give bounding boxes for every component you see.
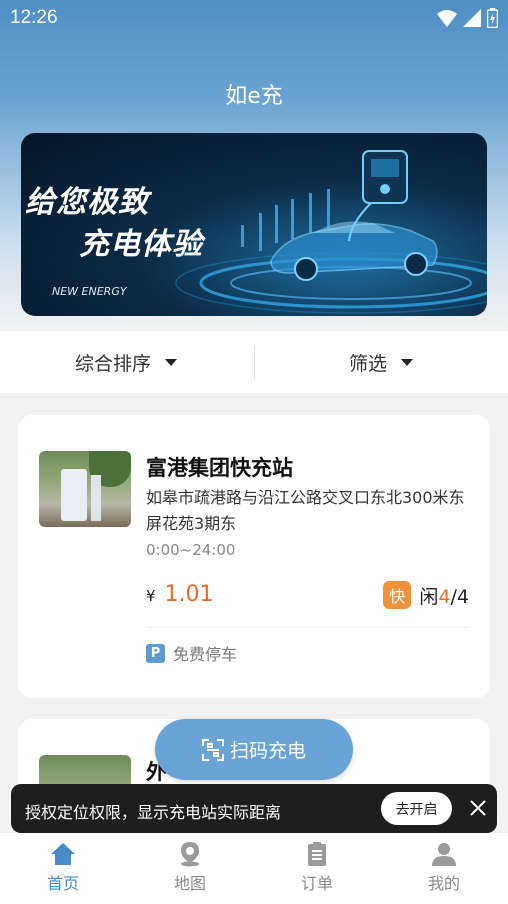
page-title: 如e充 bbox=[225, 84, 283, 109]
order-icon bbox=[308, 842, 326, 866]
station-hours: 0:00~24:00 bbox=[146, 541, 236, 559]
home-icon bbox=[51, 843, 75, 865]
scan-charge-button[interactable]: 扫码充电 bbox=[155, 719, 353, 780]
toast-message: 授权定位权限，显示充电站实际距离 bbox=[25, 803, 282, 822]
station-photo bbox=[39, 451, 131, 527]
tab-home[interactable]: 首页 bbox=[18, 841, 108, 894]
battery-icon bbox=[487, 8, 498, 28]
station-price: ¥ 1.01 bbox=[146, 582, 214, 607]
filter-dropdown-label: 筛选 bbox=[349, 353, 388, 375]
tab-orders[interactable]: 订单 bbox=[272, 841, 362, 894]
charger-shape bbox=[61, 469, 87, 521]
status-bar: 12:26 bbox=[0, 0, 508, 36]
location-permission-toast: 授权定位权限，显示充电站实际距离 去开启 bbox=[11, 784, 497, 833]
status-icons bbox=[437, 8, 498, 28]
station-address: 如皋市疏港路与沿江公路交叉口东北300米东屏花苑3期东 bbox=[146, 488, 465, 533]
status-time: 12:26 bbox=[10, 7, 58, 28]
tab-profile[interactable]: 我的 bbox=[399, 841, 489, 894]
free-label: 闲 bbox=[419, 585, 439, 608]
charger-availability: 快 闲4/4 bbox=[383, 581, 469, 609]
tab-profile-label: 我的 bbox=[427, 874, 460, 893]
caret-down-icon bbox=[401, 359, 414, 366]
availability-count: 闲4/4 bbox=[419, 582, 469, 609]
banner-tagline: NEW ENERGY bbox=[52, 285, 127, 298]
wifi-icon bbox=[437, 9, 457, 27]
tab-map-label: 地图 bbox=[173, 874, 206, 893]
banner-headline-2: 充电体验 bbox=[79, 227, 203, 262]
fast-charge-badge: 快 bbox=[383, 581, 412, 609]
charger-shape bbox=[91, 475, 101, 521]
close-icon[interactable] bbox=[467, 797, 489, 819]
parking-icon: P bbox=[146, 643, 165, 663]
filter-bar: 综合排序 筛选 bbox=[0, 331, 508, 393]
banner-headline-1: 给您极致 bbox=[25, 185, 149, 220]
sort-dropdown-label: 综合排序 bbox=[75, 353, 152, 375]
signal-icon bbox=[463, 9, 481, 27]
scan-charge-label: 扫码充电 bbox=[229, 740, 306, 762]
filter-dropdown[interactable]: 筛选 bbox=[349, 349, 414, 376]
currency-symbol: ¥ bbox=[146, 587, 156, 605]
card-divider bbox=[146, 627, 468, 628]
filter-divider bbox=[254, 345, 255, 379]
promo-banner[interactable]: 给您极致 充电体验 NEW ENERGY bbox=[21, 133, 487, 316]
tab-home-label: 首页 bbox=[46, 874, 79, 893]
user-icon bbox=[432, 843, 456, 866]
map-pin-icon bbox=[181, 842, 199, 867]
bottom-tab-bar: 首页 地图 订单 我的 bbox=[0, 833, 508, 904]
price-value: 1.01 bbox=[164, 582, 214, 607]
scan-icon bbox=[201, 738, 224, 761]
caret-down-icon bbox=[165, 359, 178, 366]
parking-info: P 免费停车 bbox=[146, 641, 237, 665]
enable-location-button[interactable]: 去开启 bbox=[381, 792, 452, 825]
station-name: 富港集团快充站 bbox=[146, 456, 293, 480]
parking-label: 免费停车 bbox=[173, 645, 238, 664]
total-count: /4 bbox=[450, 585, 470, 608]
sort-dropdown[interactable]: 综合排序 bbox=[75, 349, 178, 376]
free-count: 4 bbox=[438, 585, 451, 608]
station-card[interactable]: 富港集团快充站 如皋市疏港路与沿江公路交叉口东北300米东屏花苑3期东 0:00… bbox=[18, 415, 490, 698]
tab-orders-label: 订单 bbox=[300, 874, 333, 893]
tab-map[interactable]: 地图 bbox=[145, 841, 235, 894]
